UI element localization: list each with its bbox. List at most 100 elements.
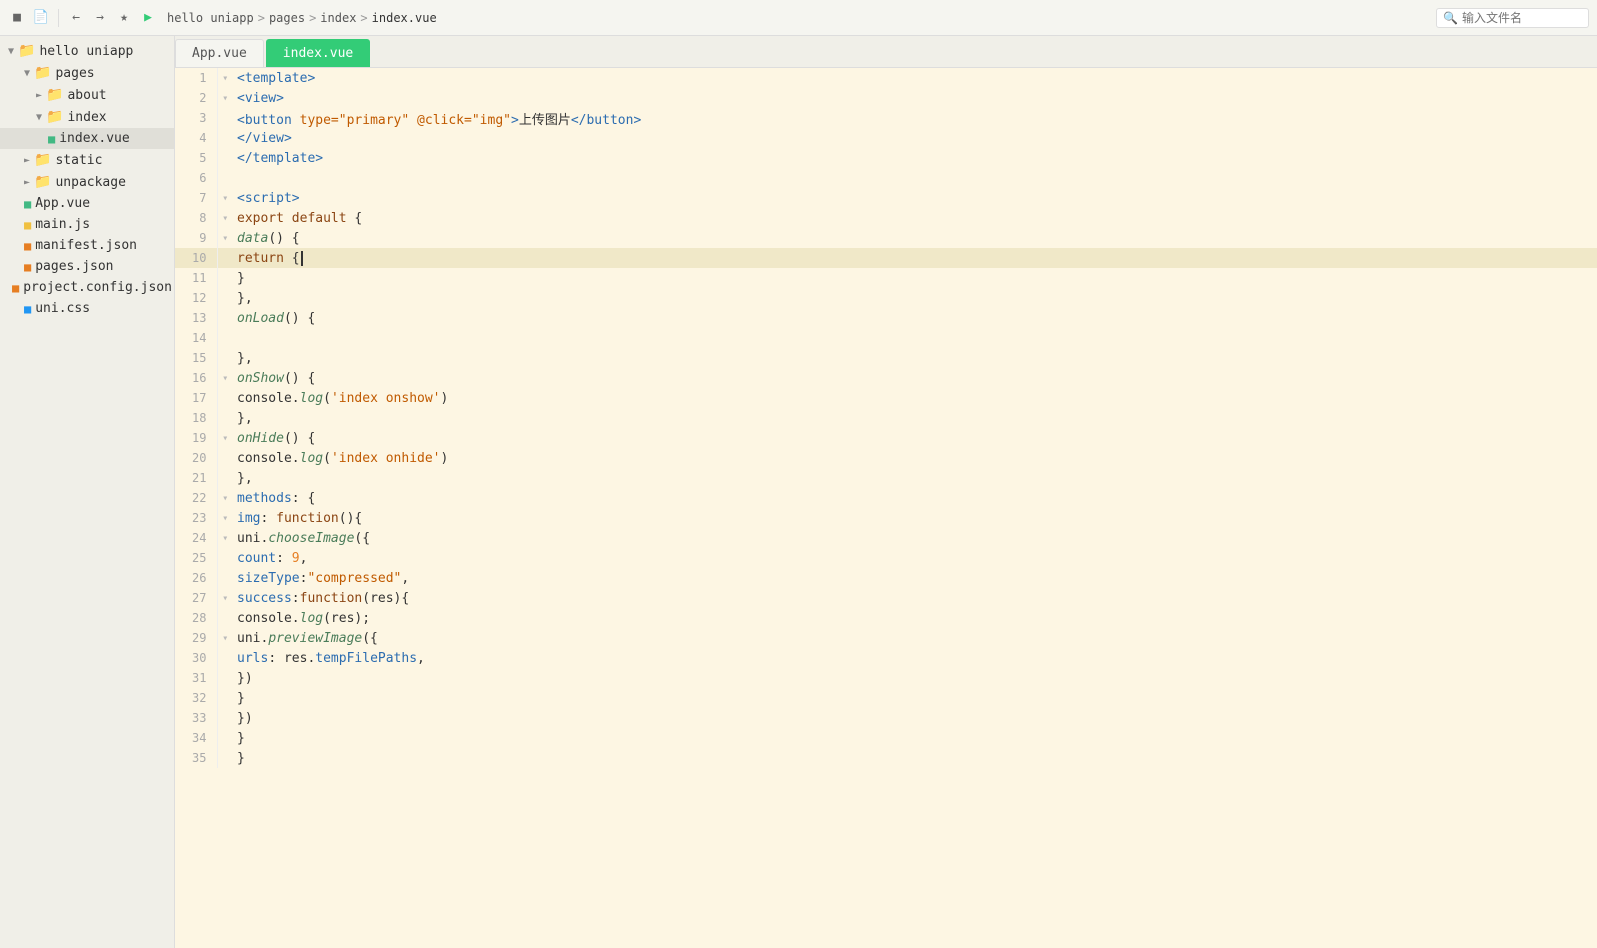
nav-next-icon[interactable]: →: [91, 9, 109, 27]
code-content[interactable]: },: [233, 288, 1597, 308]
code-content[interactable]: return {: [233, 248, 1597, 268]
code-content[interactable]: methods: {: [233, 488, 1597, 508]
fold-button[interactable]: [217, 288, 233, 308]
code-content[interactable]: }: [233, 748, 1597, 768]
code-content[interactable]: },: [233, 348, 1597, 368]
code-content[interactable]: },: [233, 468, 1597, 488]
table-row: 16▾onShow() {: [175, 368, 1597, 388]
fold-button[interactable]: [217, 688, 233, 708]
fold-button[interactable]: [217, 708, 233, 728]
code-content[interactable]: [233, 168, 1597, 188]
fold-button[interactable]: [217, 608, 233, 628]
fold-button[interactable]: [217, 548, 233, 568]
fold-button[interactable]: [217, 568, 233, 588]
code-content[interactable]: </template>: [233, 148, 1597, 168]
fold-button[interactable]: [217, 328, 233, 348]
code-content[interactable]: <script>: [233, 188, 1597, 208]
code-content[interactable]: }: [233, 688, 1597, 708]
file-search-box[interactable]: 🔍: [1436, 8, 1589, 28]
fold-button[interactable]: ▾: [217, 368, 233, 388]
code-content[interactable]: console.log('index onshow'): [233, 388, 1597, 408]
fold-button[interactable]: ▾: [217, 208, 233, 228]
line-number: 31: [175, 668, 217, 688]
fold-button[interactable]: [217, 448, 233, 468]
run-icon[interactable]: ▶: [139, 9, 157, 27]
sidebar-item-about[interactable]: ► 📁 about: [0, 84, 174, 106]
code-content[interactable]: console.log('index onhide'): [233, 448, 1597, 468]
fold-button[interactable]: ▾: [217, 228, 233, 248]
sidebar-item-uni-css[interactable]: ■ uni.css: [0, 298, 174, 319]
code-content[interactable]: uni.previewImage({: [233, 628, 1597, 648]
fold-button[interactable]: [217, 268, 233, 288]
code-content[interactable]: }: [233, 728, 1597, 748]
fold-button[interactable]: [217, 388, 233, 408]
fold-button[interactable]: [217, 248, 233, 268]
fold-button[interactable]: [217, 308, 233, 328]
star-icon[interactable]: ★: [115, 9, 133, 27]
code-content[interactable]: success:function(res){: [233, 588, 1597, 608]
fold-button[interactable]: ▾: [217, 488, 233, 508]
sidebar-item-index-vue[interactable]: ■ index.vue: [0, 128, 174, 149]
fold-button[interactable]: [217, 468, 233, 488]
sidebar-item-project-config[interactable]: ■ project.config.json: [0, 277, 174, 298]
fold-button[interactable]: [217, 648, 233, 668]
sidebar-item-main-js[interactable]: ■ main.js: [0, 214, 174, 235]
fold-button[interactable]: [217, 728, 233, 748]
code-content[interactable]: urls: res.tempFilePaths,: [233, 648, 1597, 668]
code-content[interactable]: count: 9,: [233, 548, 1597, 568]
code-content[interactable]: onLoad() {: [233, 308, 1597, 328]
fold-button[interactable]: [217, 108, 233, 128]
breadcrumb-pages[interactable]: pages: [269, 11, 305, 25]
sidebar-item-unpackage[interactable]: ► 📁 unpackage: [0, 171, 174, 193]
code-content[interactable]: <template>: [233, 68, 1597, 88]
code-content[interactable]: export default {: [233, 208, 1597, 228]
fold-button[interactable]: ▾: [217, 508, 233, 528]
nav-prev-icon[interactable]: ←: [67, 9, 85, 27]
code-content[interactable]: <view>: [233, 88, 1597, 108]
code-content[interactable]: }: [233, 268, 1597, 288]
code-content[interactable]: uni.chooseImage({: [233, 528, 1597, 548]
tab-app-vue[interactable]: App.vue: [175, 39, 264, 67]
fold-button[interactable]: ▾: [217, 88, 233, 108]
tab-index-vue[interactable]: index.vue: [266, 39, 370, 67]
code-content[interactable]: img: function(){: [233, 508, 1597, 528]
code-content[interactable]: <button type="primary" @click="img">上传图片…: [233, 108, 1597, 128]
fold-button[interactable]: [217, 408, 233, 428]
code-content[interactable]: onHide() {: [233, 428, 1597, 448]
sidebar-item-hello-uniapp[interactable]: ▼ 📁 hello uniapp: [0, 40, 174, 62]
code-content[interactable]: }): [233, 668, 1597, 688]
fold-button[interactable]: [217, 148, 233, 168]
code-content[interactable]: sizeType:"compressed",: [233, 568, 1597, 588]
sidebar-item-pages-json[interactable]: ■ pages.json: [0, 256, 174, 277]
fold-button[interactable]: ▾: [217, 528, 233, 548]
fold-button[interactable]: ▾: [217, 588, 233, 608]
sidebar-item-index[interactable]: ▼ 📁 index: [0, 106, 174, 128]
code-editor[interactable]: 1▾<template>2▾<view>3<button type="prima…: [175, 68, 1597, 948]
sidebar-item-app-vue[interactable]: ■ App.vue: [0, 193, 174, 214]
fold-button[interactable]: ▾: [217, 628, 233, 648]
breadcrumb-root[interactable]: hello uniapp: [167, 11, 254, 25]
fold-button[interactable]: ▾: [217, 68, 233, 88]
fold-button[interactable]: ▾: [217, 428, 233, 448]
code-content[interactable]: onShow() {: [233, 368, 1597, 388]
fold-button[interactable]: [217, 128, 233, 148]
search-input[interactable]: [1462, 11, 1582, 25]
fold-button[interactable]: [217, 348, 233, 368]
nav-file-icon[interactable]: 📄: [32, 9, 50, 27]
line-number: 1: [175, 68, 217, 88]
fold-button[interactable]: [217, 668, 233, 688]
nav-back-icon[interactable]: ■: [8, 9, 26, 27]
sidebar-item-manifest[interactable]: ■ manifest.json: [0, 235, 174, 256]
code-content[interactable]: },: [233, 408, 1597, 428]
sidebar-item-pages[interactable]: ▼ 📁 pages: [0, 62, 174, 84]
code-content[interactable]: [233, 328, 1597, 348]
fold-button[interactable]: [217, 168, 233, 188]
code-content[interactable]: }): [233, 708, 1597, 728]
code-content[interactable]: console.log(res);: [233, 608, 1597, 628]
fold-button[interactable]: [217, 748, 233, 768]
code-content[interactable]: </view>: [233, 128, 1597, 148]
breadcrumb-index[interactable]: index: [320, 11, 356, 25]
sidebar-item-static[interactable]: ► 📁 static: [0, 149, 174, 171]
code-content[interactable]: data() {: [233, 228, 1597, 248]
fold-button[interactable]: ▾: [217, 188, 233, 208]
